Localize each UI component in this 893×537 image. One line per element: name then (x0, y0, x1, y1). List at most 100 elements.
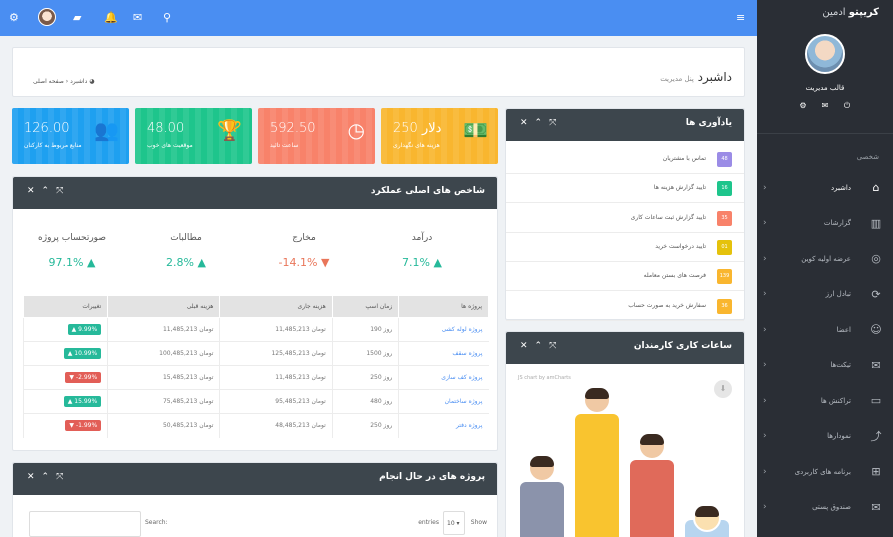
change-cell: ▲ 10.99% (22, 341, 108, 366)
sidebar-item-8[interactable]: ⊞ برنامه های کاربردی ‹ (757, 454, 893, 490)
sidebar-item-1[interactable]: ▥ گزارشات ‹ (757, 206, 893, 242)
panel-controls[interactable]: ✕⌃⤧ (520, 118, 563, 128)
previous-cost-cell: 15,485,213 تومان (107, 365, 220, 390)
project-name-link[interactable]: پروژه ساختمان (398, 389, 489, 414)
page-header: داشبرد پنل مدیریت داشبرد ‹ صفحه اصلی ◕ (12, 47, 745, 97)
stat-card-3[interactable]: 250 دلار هزینه های نگهداری 💵 (381, 108, 498, 164)
chart-credit: JS chart by amCharts (518, 375, 571, 381)
brand-logo[interactable]: کریپتو ادمین (757, 0, 893, 26)
change-badge: ▲ 10.99% (63, 348, 102, 359)
settings-icon[interactable]: ⚙ (797, 101, 809, 111)
chevron-left-icon: ‹ (763, 182, 767, 193)
reminder-text: تماس با مشتریان (662, 155, 706, 162)
reminder-badge: 48 (717, 152, 732, 167)
stat-value: 250 دلار (393, 121, 442, 136)
change-badge: ▲ 15.99% (63, 396, 102, 407)
table-row: ▲ 9.99% 11,485,213 تومان 11,485,213 تومان 1… (22, 317, 489, 342)
sidebar-item-label: داشبرد (830, 183, 851, 192)
search-input[interactable] (29, 511, 141, 537)
breadcrumb-current: داشبرد (70, 78, 88, 85)
panel-controls[interactable]: ✕⌃⤧ (27, 472, 70, 482)
employee-face (693, 504, 721, 532)
stat-card-0[interactable]: 126.00 منابع مربوط به کارکنان 👥 (12, 108, 129, 164)
previous-cost-cell: 75,485,213 تومان (107, 389, 220, 414)
avatar[interactable] (38, 8, 56, 26)
stat-icon: 👥 (94, 118, 119, 142)
reminder-item[interactable]: 16 تایید گزارش هزینه ها (506, 174, 744, 204)
kpi-panel-title: شاخص های اصلی عملکرد (370, 186, 485, 196)
sidebar-item-4[interactable]: ☺ اعضا ‹ (757, 312, 893, 348)
table-header[interactable]: هزینه قبلی (107, 295, 221, 318)
table-header[interactable]: تغییرات (22, 295, 109, 318)
reminder-item[interactable]: 35 تایید گزارش ثبت ساعات کاری (506, 204, 744, 233)
members-icon: ☺ (870, 323, 882, 337)
table-header[interactable]: زمان اسپ (331, 295, 400, 318)
reminder-item[interactable]: 139 فرصت های بستن معامله (506, 262, 744, 292)
sidebar-item-6[interactable]: ▭ تراکنش ها ‹ (757, 383, 893, 419)
page-title-text: داشبرد (697, 70, 732, 84)
triangle-up-icon: ▲ (433, 256, 442, 269)
entries-value: 10 (447, 520, 455, 527)
bell-icon[interactable]: 🔔 (104, 11, 118, 24)
search-label: Search: (145, 519, 168, 526)
reminder-text: تایید گزارش ثبت ساعات کاری (630, 213, 706, 221)
panel-controls[interactable]: ✕⌃⤧ (520, 341, 563, 351)
project-name-link[interactable]: پروژه کف سازی (398, 365, 489, 390)
download-icon[interactable]: ⬇ (714, 380, 732, 398)
reminder-badge: 35 (717, 210, 732, 226)
sidebar-item-0[interactable]: ⌂ داشبرد ‹ (757, 170, 893, 206)
project-name-link[interactable]: پروژه سقف (398, 341, 489, 366)
sidebar-item-label: تراکنش ها (820, 396, 851, 405)
user-avatar[interactable] (805, 34, 845, 74)
reminder-item[interactable]: 36 سفارش خرید به صورت حساب (506, 292, 744, 321)
line-chart-icon: ⤴ (870, 430, 882, 444)
mail-icon[interactable]: ✉ (819, 101, 831, 111)
project-name-link[interactable]: پروژه دفتر (398, 413, 489, 438)
sidebar-item-7[interactable]: ⤴ نمودارها ‹ (757, 419, 893, 455)
gear-icon[interactable]: ⚙ (9, 11, 19, 24)
previous-cost-cell: 100,485,213 تومان (107, 341, 220, 366)
duration-cell: 1500 روز (331, 341, 399, 366)
change-badge: ▼ -2.99% (65, 372, 102, 383)
kpi-item: صورتحساب پروژه 97.1% ▲ (13, 233, 131, 269)
chart-bar (575, 414, 619, 537)
reminders-title: یادآوری ها (685, 118, 732, 128)
kpi-item: مخارج -14.1% ▼ (245, 233, 363, 269)
search-icon[interactable]: ⚲ (163, 11, 171, 24)
previous-cost-cell: 11,485,213 تومان (107, 317, 220, 342)
stat-icon: 💵 (463, 118, 488, 142)
kpi-item: مطالبات 2.8% ▲ (127, 233, 245, 269)
reminder-text: تایید گزارش هزینه ها (653, 184, 706, 192)
project-name-link[interactable]: پروژه لوله کشی (398, 317, 489, 342)
reminders-panel-header: یادآوری ها ✕⌃⤧ (506, 109, 744, 141)
triangle-up-icon: ▲ (67, 398, 73, 405)
sidebar-item-2[interactable]: ◎ عرضه اولیه کوین ‹ (757, 241, 893, 277)
entries-select[interactable]: 10 ▾ (443, 511, 465, 535)
sidebar-item-3[interactable]: ⟳ تبادل ارز ‹ (757, 277, 893, 313)
reminder-item[interactable]: 01 تایید درخواست خرید (506, 233, 744, 262)
chart-bar (520, 482, 564, 537)
breadcrumb-home[interactable]: صفحه اصلی (33, 78, 64, 85)
sidebar-item-5[interactable]: ✉ تیکت‌ها ‹ (757, 348, 893, 384)
stat-card-2[interactable]: 592.50 ساعت تائید ◷ (258, 108, 375, 164)
table-header[interactable]: هزینه جاری (219, 295, 333, 318)
chat-icon[interactable]: ▰ (73, 11, 81, 24)
chevron-left-icon: ‹ (763, 395, 767, 406)
panel-controls[interactable]: ✕⌃⤧ (27, 186, 70, 196)
chevron-left-icon: ‹ (763, 253, 767, 264)
mail-icon[interactable]: ✉ (133, 11, 142, 24)
current-cost-cell: 125,485,213 تومان (219, 341, 333, 366)
sidebar-item-label: تبادل ارز (825, 290, 851, 299)
triangle-up-icon: ▲ (86, 256, 96, 269)
reminder-text: فرصت های بستن معامله (643, 272, 706, 280)
sidebar-item-9[interactable]: ✉ صندوق پستی ‹ (757, 490, 893, 526)
table-header[interactable]: پروژه ها (398, 295, 489, 318)
power-icon[interactable]: ⏻ (841, 101, 853, 111)
table-row: ▲ 15.99% 75,485,213 تومان 95,485,213 تومان… (22, 389, 489, 414)
current-cost-cell: 11,485,213 تومان (219, 317, 333, 342)
hamburger-menu-icon[interactable]: ≡ (736, 11, 745, 24)
kpi-value-text: -14.1% (278, 256, 318, 269)
stat-label: هزینه های نگهداری (393, 142, 440, 149)
reminder-item[interactable]: 48 تماس با مشتریان (506, 145, 744, 174)
stat-card-1[interactable]: 48.00 موقعیت های خوب 🏆 (135, 108, 252, 164)
